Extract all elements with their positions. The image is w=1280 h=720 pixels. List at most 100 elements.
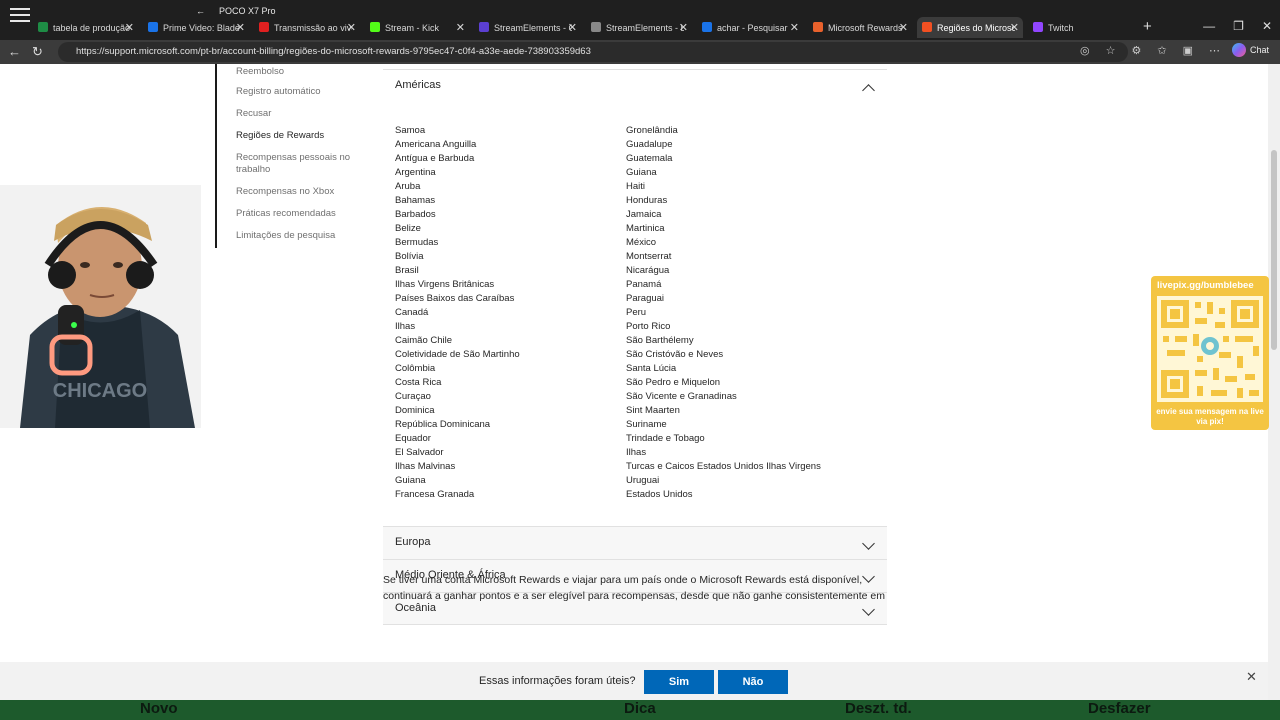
tab-close-icon[interactable]: ✕ — [236, 21, 245, 34]
tab-close-icon[interactable]: ✕ — [125, 21, 134, 34]
reader-icon[interactable]: ◎ — [1080, 44, 1090, 57]
livepix-qr-card: livepix.gg/bumblebee envie sua mensagem … — [1151, 276, 1269, 430]
section-europa-header[interactable]: Europa — [383, 526, 887, 559]
tab-favicon-icon — [813, 22, 823, 32]
browser-tab[interactable]: StreamElements - L ✕ — [586, 17, 692, 38]
url-input[interactable]: https://support.microsoft.com/pt-br/acco… — [58, 42, 1128, 62]
tab-favicon-icon — [591, 22, 601, 32]
section-americas-header[interactable]: Américas — [383, 69, 887, 102]
chat-button[interactable]: Chat — [1232, 43, 1269, 57]
leftnav-item[interactable]: Registro automático — [236, 86, 356, 98]
feedback-question: Essas informações foram úteis? — [479, 675, 636, 687]
country-item: Guiana — [626, 167, 657, 178]
country-item: Argentina — [395, 167, 436, 178]
address-icons: ◎ ☆ ⚙ ✩ ▣ ⋯ — [1080, 44, 1220, 57]
country-item: Francesa Granada — [395, 489, 475, 500]
chevron-down-icon — [862, 603, 875, 616]
section-title: Américas — [395, 79, 441, 91]
tab-close-icon[interactable]: ✕ — [568, 21, 577, 34]
webcam-overlay: CHICAGO — [0, 185, 201, 428]
tab-favicon-icon — [1033, 22, 1043, 32]
restore-icon[interactable]: ❐ — [1233, 19, 1244, 33]
refresh-icon[interactable]: ↻ — [32, 44, 43, 60]
country-item: Ilhas — [395, 321, 416, 332]
minimize-icon[interactable]: — — [1203, 19, 1215, 33]
country-item: Antígua e Barbuda — [395, 153, 475, 164]
country-item: Países Baixos das Caraíbas — [395, 293, 515, 304]
tab-label: Transmissão ao vivo — [274, 22, 352, 33]
country-item: Dominica — [395, 405, 435, 416]
country-item: Nicarágua — [626, 265, 670, 276]
feedback-bar: Essas informações foram úteis? Sim Não ✕ — [0, 662, 1268, 700]
country-item: Ilhas — [626, 447, 647, 458]
browser-tab[interactable]: Microsoft Rewards ✕ — [808, 17, 912, 38]
tab-bar: ← POCO X7 Pro tabela de produção ✕ Prime V… — [0, 0, 1280, 40]
tab-close-icon[interactable]: ✕ — [899, 21, 908, 34]
tab-close-icon[interactable]: ✕ — [679, 21, 688, 34]
country-item: Ilhas Virgens Britânicas — [395, 279, 495, 290]
country-item: Coletividade de São Martinho — [395, 349, 520, 360]
no-button[interactable]: Não — [718, 670, 788, 694]
favorite-star-icon[interactable]: ☆ — [1106, 44, 1116, 57]
new-tab-button[interactable]: + — [1143, 18, 1152, 35]
overlay-word: Deszt. td. — [845, 700, 912, 717]
country-item: Costa Rica — [395, 377, 442, 388]
leftnav-item[interactable]: Recompensas pessoais no trabalho — [236, 152, 356, 176]
tab-label: Regiões do Microsoft — [937, 22, 1015, 33]
tab-close-icon[interactable]: ✕ — [347, 21, 356, 34]
close-icon[interactable]: ✕ — [1246, 669, 1257, 685]
scrollbar-thumb[interactable] — [1271, 150, 1277, 350]
browser-tab[interactable]: StreamElements - C ✕ — [474, 17, 581, 38]
browser-tab[interactable]: Regiões do Microsoft ✕ — [917, 17, 1023, 38]
overlay-word: Novo — [140, 700, 178, 717]
leftnav-item[interactable]: Recusar — [236, 108, 356, 120]
device-name: POCO X7 Pro — [219, 6, 276, 16]
tab-favicon-icon — [370, 22, 380, 32]
tab-close-icon[interactable]: ✕ — [790, 21, 799, 34]
tab-favicon-icon — [479, 22, 489, 32]
country-item: Americana Anguilla — [395, 139, 477, 150]
leftnav-active-border — [215, 64, 217, 248]
tab-label: achar - Pesquisar — [717, 22, 788, 33]
browser-tab[interactable]: Stream - Kick ✕ — [365, 17, 469, 38]
tab-favicon-icon — [259, 22, 269, 32]
extensions-icon[interactable]: ⚙ — [1131, 44, 1141, 57]
country-item: Guatemala — [626, 153, 673, 164]
leftnav-item-active[interactable]: Regiões de Rewards — [236, 130, 356, 142]
travel-paragraph: Se tiver uma conta Microsoft Rewards e v… — [383, 574, 886, 602]
more-icon[interactable]: ⋯ — [1209, 44, 1220, 57]
countries-left-column: Samoa Americana Anguilla Antígua e Barbuda… — [395, 124, 520, 502]
leftnav-item[interactable]: Recompensas no Xbox — [236, 186, 356, 198]
svg-text:CHICAGO: CHICAGO — [53, 380, 147, 402]
copilot-icon — [1232, 43, 1246, 57]
tab-close-icon[interactable]: ✕ — [1010, 21, 1019, 34]
browser-tab[interactable]: Transmissão ao vivo ✕ — [254, 17, 360, 38]
qr-top-text: livepix.gg/bumblebee — [1157, 280, 1254, 291]
favorites-icon[interactable]: ✩ — [1157, 44, 1166, 57]
country-item: Equador — [395, 433, 431, 444]
browser-tab[interactable]: tabela de produção ✕ — [33, 17, 138, 38]
tab-close-icon[interactable]: ✕ — [456, 21, 465, 34]
countries-right-column: Gronelândia Guadalupe Guatemala Guiana Haiti… — [626, 124, 821, 502]
country-item: Paraguai — [626, 293, 665, 304]
qr-bottom-text: envie sua mensagem na live via pix! — [1156, 407, 1264, 426]
country-item: Guadalupe — [626, 139, 673, 150]
country-item: Guiana — [395, 475, 426, 486]
close-window-icon[interactable]: ✕ — [1262, 19, 1272, 33]
country-item: Honduras — [626, 195, 668, 206]
leftnav-item[interactable]: Práticas recomendadas — [236, 208, 356, 220]
yes-button[interactable]: Sim — [644, 670, 714, 694]
country-item: Uruguai — [626, 475, 660, 486]
country-item: Suriname — [626, 419, 667, 430]
collections-icon[interactable]: ▣ — [1183, 44, 1193, 57]
browser-tab[interactable]: achar - Pesquisar ✕ — [697, 17, 803, 38]
scrollbar[interactable] — [1268, 64, 1280, 700]
country-item: Samoa — [395, 125, 426, 136]
browser-tab[interactable]: Prime Video: Blade ✕ — [143, 17, 249, 38]
leftnav-item[interactable]: Limitações de pesquisa — [236, 230, 356, 242]
menu-icon[interactable] — [10, 8, 30, 22]
country-item: Santa Lúcia — [626, 363, 677, 374]
leftnav-item[interactable]: Reembolso — [236, 66, 356, 78]
back-arrow-icon[interactable]: ← — [8, 44, 21, 59]
browser-tab[interactable]: Twitch — [1028, 17, 1134, 38]
